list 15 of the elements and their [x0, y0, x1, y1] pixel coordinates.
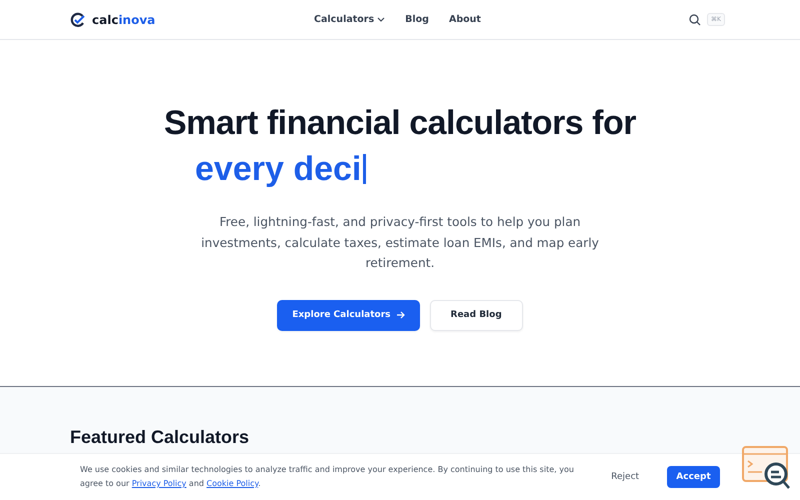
hero-subtitle: Free, lightning-fast, and privacy-first tools to help you plan investments, calculate taxes, estimate loan EMIs, and map early retirement. — [200, 214, 600, 272]
explore-button[interactable]: Explore Calculators — [277, 300, 420, 330]
typed-text: every deci — [195, 149, 362, 190]
section-heading: Featured Calculators — [70, 427, 250, 448]
reject-button[interactable]: Reject — [603, 466, 648, 488]
policy-link[interactable]: Privacy Policy — [132, 479, 186, 488]
policy-link[interactable]: Cookie Policy — [206, 479, 258, 488]
accept-button[interactable]: Accept — [667, 466, 720, 488]
hero-title: Smart financial calculators for — [164, 103, 636, 144]
nav-link[interactable]: About — [448, 14, 481, 25]
cookie-text: We use cookies and similar technologies to analyze traffic and improve your experience. By continuing to use this site, you agree to our Privacy Policy and Cookie Policy. — [80, 464, 575, 490]
brand-name[interactable]: calcinova — [92, 12, 156, 26]
nav-link[interactable]: Calculators — [314, 14, 386, 25]
blog-button[interactable]: Read Blog — [430, 300, 523, 330]
nav-link[interactable]: Blog — [405, 14, 429, 25]
